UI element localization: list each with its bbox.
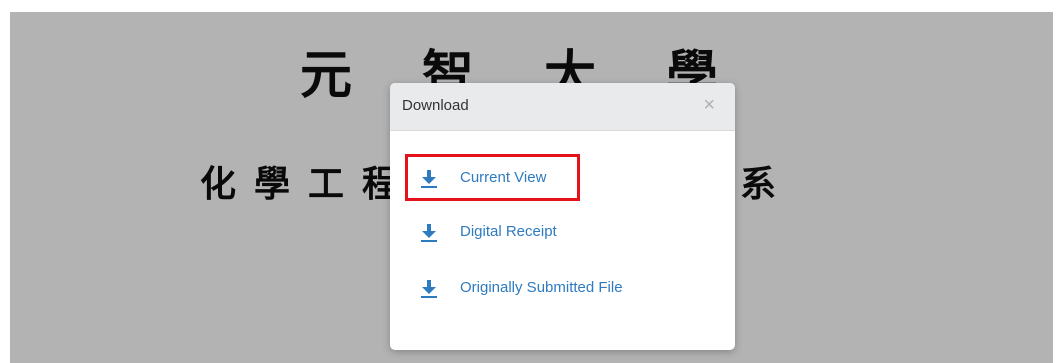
- download-icon: [421, 224, 437, 242]
- page: 元智大學 化學工程與材料科學學系 Download × Current View…: [0, 0, 1063, 363]
- close-icon[interactable]: ×: [703, 95, 715, 115]
- download-original-file-option[interactable]: Originally Submitted File: [418, 276, 623, 300]
- download-icon: [421, 170, 437, 188]
- option-label: Digital Receipt: [460, 223, 557, 240]
- option-label: Current View: [460, 169, 547, 186]
- option-label: Originally Submitted File: [460, 279, 623, 296]
- download-digital-receipt-option[interactable]: Digital Receipt: [418, 220, 557, 244]
- download-current-view-option[interactable]: Current View: [418, 166, 546, 190]
- download-icon: [421, 280, 437, 298]
- download-dialog: Download ×: [390, 83, 735, 350]
- dialog-header: Download ×: [390, 83, 735, 131]
- dialog-title: Download: [402, 97, 469, 114]
